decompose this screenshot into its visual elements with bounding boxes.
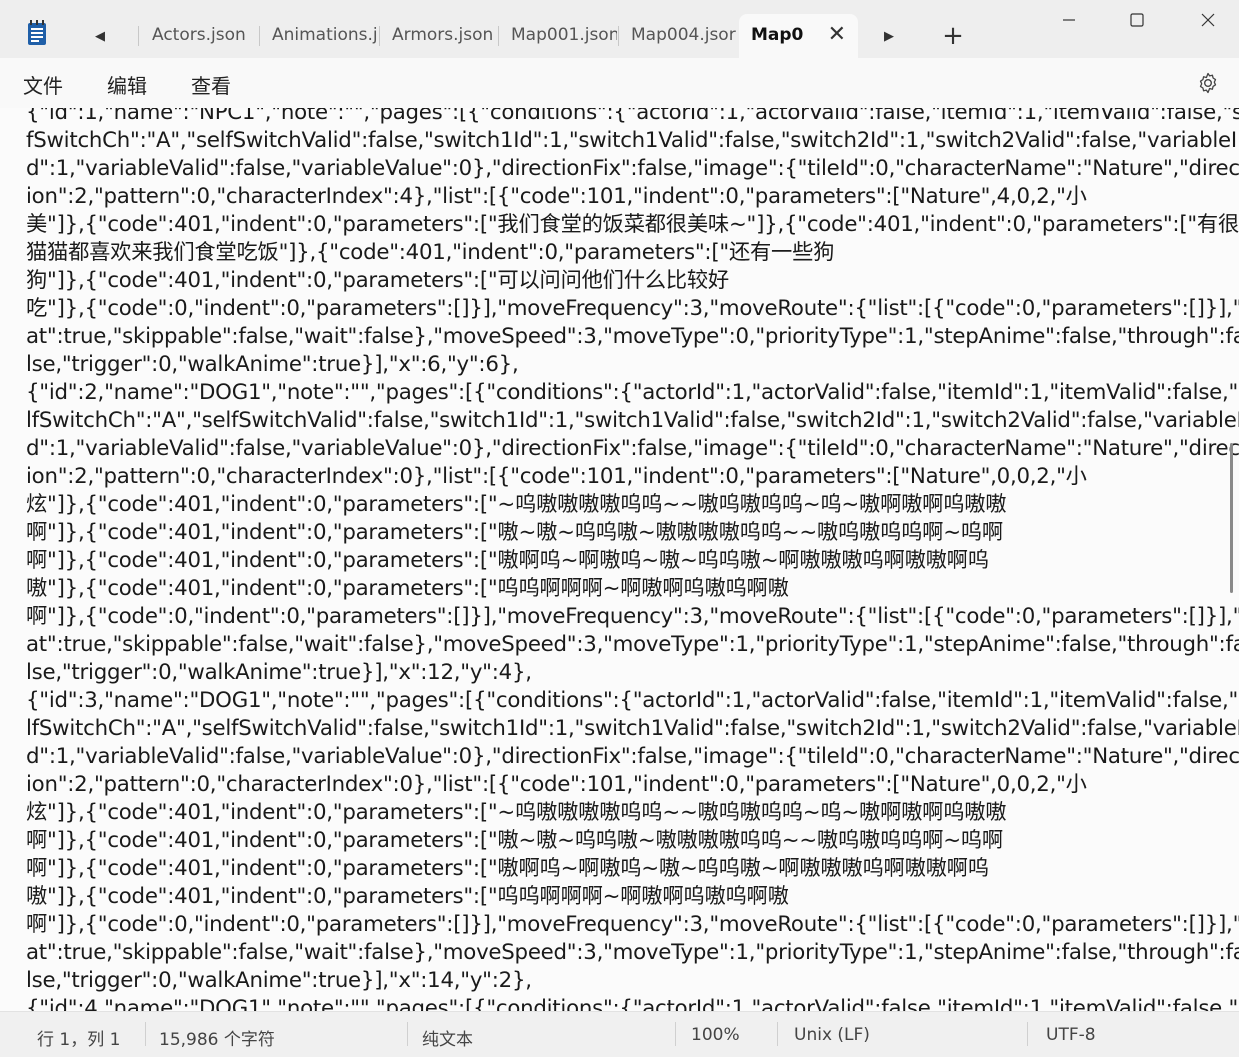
cursor-position[interactable]: 行 1，列 1	[37, 1025, 120, 1050]
editor-line: 啊"]},{"code":0,"indent":0,"parameters":[…	[26, 912, 1239, 937]
menu-file[interactable]: 文件	[23, 70, 63, 99]
scroll-tabs-left-button[interactable]: ◀	[86, 22, 114, 50]
chevron-left-icon: ◀	[95, 28, 105, 44]
editor-line: ion":2,"pattern":0,"characterIndex":4},"…	[26, 184, 1087, 209]
editor-line: 狗"]},{"code":401,"indent":0,"parameters"…	[26, 268, 729, 293]
editor-line: lfSwitchCh":"A","selfSwitchValid":false,…	[26, 408, 1239, 433]
editor-line: 炫"]},{"code":401,"indent":0,"parameters"…	[26, 492, 1007, 517]
character-count: 15,986 个字符	[159, 1030, 275, 1050]
tab-label: Map004.jsor	[631, 25, 736, 45]
plus-icon: +	[942, 21, 964, 51]
editor-line: lse,"trigger":0,"walkAnime":true}],"x":1…	[26, 660, 532, 685]
text-format: 纯文本	[422, 1030, 473, 1050]
close-window-button[interactable]	[1188, 4, 1228, 36]
vertical-scrollbar[interactable]	[1230, 443, 1233, 593]
editor-line: 炫"]},{"code":401,"indent":0,"parameters"…	[26, 800, 1007, 825]
close-icon	[1201, 13, 1215, 27]
maximize-icon	[1130, 13, 1144, 27]
title-bar: ◀ Actors.json Animations.j Armors.json M…	[0, 0, 1239, 58]
editor-line: lse,"trigger":0,"walkAnime":true}],"x":1…	[26, 968, 532, 993]
tab-label: Armors.json	[392, 25, 494, 45]
line-ending[interactable]: Unix (LF)	[794, 1025, 870, 1045]
gear-icon[interactable]	[1196, 71, 1220, 95]
editor-line: at":true,"skippable":false,"wait":false}…	[26, 324, 1239, 349]
status-separator	[1027, 1022, 1028, 1046]
editor-line: 啊"]},{"code":0,"indent":0,"parameters":[…	[26, 604, 1239, 629]
editor-line: d":1,"variableValid":false,"variableValu…	[26, 436, 1239, 461]
minimize-icon	[1063, 19, 1075, 21]
editor-line: at":true,"skippable":false,"wait":false}…	[26, 940, 1239, 965]
menu-edit[interactable]: 编辑	[107, 70, 147, 99]
editor-line: at":true,"skippable":false,"wait":false}…	[26, 632, 1239, 657]
editor-line: d":1,"variableValid":false,"variableValu…	[26, 156, 1239, 181]
tab-animations[interactable]: Animations.j	[260, 14, 378, 58]
tab-label: Map001.json	[511, 25, 617, 45]
editor-line: 啊"]},{"code":401,"indent":0,"parameters"…	[26, 520, 1003, 545]
editor-line: ion":2,"pattern":0,"characterIndex":0},"…	[26, 772, 1087, 797]
editor-line: 美"]},{"code":401,"indent":0,"parameters"…	[26, 212, 1239, 237]
text-editor[interactable]: {"id":1,"name":"NPC1","note":"","pages":…	[0, 108, 1239, 1011]
status-bar: 行 1，列 1 15,986 个字符 纯文本 100% Unix (LF) UT…	[0, 1011, 1239, 1057]
minimize-button[interactable]	[1049, 4, 1089, 36]
tab-separator	[138, 26, 139, 46]
editor-line: {"id":4,"name":"DOG1","note":"","pages":…	[26, 996, 1239, 1011]
tab-label: Map0	[751, 25, 804, 45]
editor-line: 啊"]},{"code":401,"indent":0,"parameters"…	[26, 548, 989, 573]
menu-view[interactable]: 查看	[191, 70, 231, 99]
status-separator	[675, 1022, 676, 1046]
zoom-level[interactable]: 100%	[691, 1025, 740, 1045]
editor-line: 啊"]},{"code":401,"indent":0,"parameters"…	[26, 828, 1003, 853]
scroll-tabs-right-button[interactable]: ▶	[875, 22, 903, 50]
tab-label: Actors.json	[152, 25, 246, 45]
status-separator	[777, 1022, 778, 1046]
editor-line: 吃"]},{"code":0,"indent":0,"parameters":[…	[26, 296, 1239, 321]
editor-line: 嗷"]},{"code":401,"indent":0,"parameters"…	[26, 884, 789, 909]
status-separator	[407, 1022, 408, 1046]
tab-map0-active[interactable]: Map0 ✕	[739, 14, 858, 58]
tab-label: Animations.j	[272, 25, 378, 45]
editor-line: lse,"trigger":0,"walkAnime":true}],"x":6…	[26, 352, 519, 377]
editor-line: 猫猫都喜欢来我们食堂吃饭"]},{"code":401,"indent":0,"…	[26, 240, 835, 265]
close-icon[interactable]: ✕	[828, 14, 846, 56]
editor-line: {"id":2,"name":"DOG1","note":"","pages":…	[26, 380, 1239, 405]
tab-actors[interactable]: Actors.json	[140, 14, 258, 58]
encoding[interactable]: UTF-8	[1046, 1025, 1096, 1045]
chevron-right-icon: ▶	[884, 28, 894, 44]
editor-line: {"id":3,"name":"DOG1","note":"","pages":…	[26, 688, 1239, 713]
editor-line: fSwitchCh":"A","selfSwitchValid":false,"…	[26, 128, 1237, 153]
editor-line: ion":2,"pattern":0,"characterIndex":0},"…	[26, 464, 1087, 489]
new-tab-button[interactable]: +	[939, 21, 967, 51]
notepad-icon	[28, 20, 46, 45]
tab-map004[interactable]: Map004.jsor	[619, 14, 737, 58]
editor-line: 嗷"]},{"code":401,"indent":0,"parameters"…	[26, 576, 789, 601]
maximize-button[interactable]	[1117, 4, 1157, 36]
editor-line: {"id":1,"name":"NPC1","note":"","pages":…	[26, 108, 1239, 125]
editor-line: d":1,"variableValid":false,"variableValu…	[26, 744, 1239, 769]
editor-line: 啊"]},{"code":401,"indent":0,"parameters"…	[26, 856, 989, 881]
status-separator	[145, 1022, 146, 1046]
menu-bar: 文件 编辑 查看	[0, 58, 1239, 108]
editor-line: lfSwitchCh":"A","selfSwitchValid":false,…	[26, 716, 1239, 741]
tab-armors[interactable]: Armors.json	[380, 14, 498, 58]
tab-map001[interactable]: Map001.json	[499, 14, 617, 58]
